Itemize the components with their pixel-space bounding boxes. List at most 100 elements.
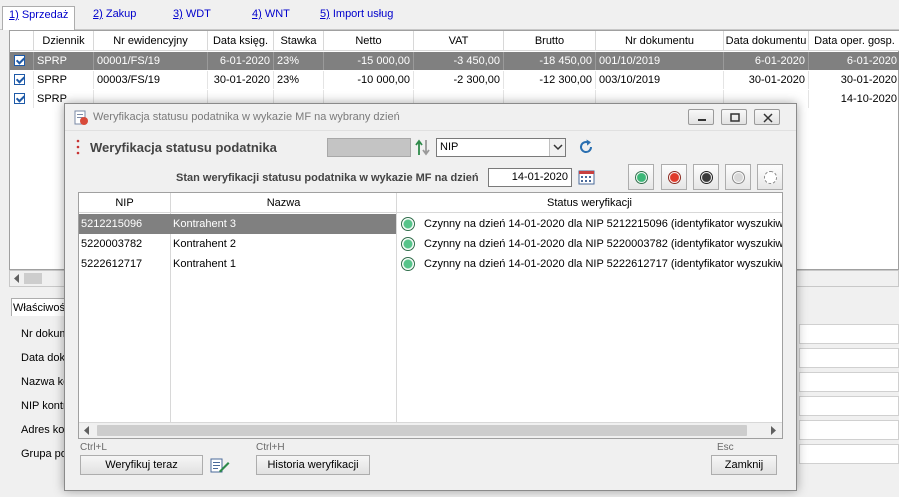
scroll-right-icon[interactable] [769,426,777,435]
cell-vat: -3 450,00 [414,52,504,70]
tab-wlasciwosci[interactable]: Właściwości [11,298,71,316]
search-by-value: NIP [440,141,459,153]
grid-header-stawka[interactable]: Stawka [274,31,324,51]
maximize-icon [730,113,740,122]
app-icon [74,110,88,125]
tab-wdt[interactable]: 3) WDT [173,8,211,26]
cell-data-oper-gosp: 14-10-2020 [840,93,897,105]
status-cell[interactable]: Czynny na dzień 14-01-2020 dla NIP 52122… [397,214,782,234]
refresh-icon[interactable] [577,138,595,156]
shortcut-verify: Ctrl+L [80,442,107,453]
col-header-status[interactable]: Status weryfikacji [397,193,782,213]
field-nazwa-kontrahenta[interactable] [799,372,899,392]
scroll-left-icon[interactable] [13,274,21,283]
tab-import-uslug[interactable]: 5) Import usług [320,8,393,26]
filter-inactive-button[interactable] [661,164,687,190]
cell-data-ksieg: 30-01-2020 [208,71,274,89]
row-checkbox[interactable] [14,93,25,104]
filter-active-button[interactable] [628,164,654,190]
col-header-nip[interactable]: NIP [79,193,171,213]
red-status-icon [668,171,681,184]
close-button[interactable]: Zamknij [711,455,777,475]
tab-sprzedaz[interactable]: 1) Sprzedaż [2,6,76,30]
tab-zakup[interactable]: 2) Zakup [93,8,136,26]
grid-header-check [10,31,34,51]
cell-stawka: 23% [274,71,324,89]
field-nip-kontrahenta[interactable] [799,396,899,416]
grid-header-data-oper-gosp[interactable]: Data oper. gosp. [809,31,899,51]
cell-nip: 5222612717 [81,258,143,270]
filter-all-button[interactable] [757,164,783,190]
verification-history-button[interactable]: Historia weryfikacji [256,455,370,475]
cell-netto: -10 000,00 [324,71,414,89]
cell-nr-dokumentu: 001/10/2019 [596,52,724,70]
black-status-icon [700,171,713,184]
table-row[interactable]: 5222612717 Kontrahent 1 [79,254,396,274]
sort-arrows-icon[interactable] [414,138,432,157]
status-active-icon [401,257,415,271]
field-data-dokumentu[interactable] [799,348,899,368]
table-row[interactable]: SPRP 00003/FS/19 30-01-2020 23% -10 000,… [10,71,899,89]
grid-header-nr-ewidencyjny[interactable]: Nr ewidencyjny [94,31,208,51]
status-cell[interactable]: Czynny na dzień 14-01-2020 dla NIP 52226… [397,254,782,274]
maximize-button[interactable] [721,109,747,125]
table-row[interactable]: SPRP 00001/FS/19 6-01-2020 23% -15 000,0… [10,52,899,70]
field-grupa-podatku[interactable] [799,444,899,464]
verification-grid-scrollbar[interactable] [79,422,782,438]
status-active-icon [401,237,415,251]
edit-list-icon[interactable] [210,456,230,474]
table-row[interactable]: 5220003782 Kontrahent 2 [79,234,396,254]
minimize-icon [698,119,706,121]
gray-status-icon [732,171,745,184]
table-row[interactable]: 5212215096 Kontrahent 3 [79,214,396,234]
shortcut-history: Ctrl+H [256,442,285,453]
dialog-titlebar[interactable]: Weryfikacja statusu podatnika w wykazie … [65,104,796,131]
cell-vat: -2 300,00 [414,71,504,89]
drag-handle-icon [76,139,80,155]
close-window-button[interactable] [754,109,780,125]
tab-wnt[interactable]: 4) WNT [252,8,290,26]
grid-header-nr-dokumentu[interactable]: Nr dokumentu [596,31,724,51]
col-header-nazwa[interactable]: Nazwa [171,193,397,213]
search-by-select[interactable]: NIP [436,138,566,157]
filter-unverified-button[interactable] [725,164,751,190]
minimize-button[interactable] [688,109,714,125]
cell-nr-dokumentu: 003/10/2019 [596,71,724,89]
grid-header-brutto[interactable]: Brutto [504,31,596,51]
empty-status-icon [764,171,777,184]
scroll-thumb[interactable] [97,425,747,436]
grid-header-dziennik[interactable]: Dziennik [34,31,94,51]
status-text: Czynny na dzień 14-01-2020 dla NIP 52122… [424,218,782,230]
date-label: Stan weryfikacji statusu podatnika w wyk… [176,172,479,184]
verification-date-input[interactable]: 14-01-2020 [488,168,572,187]
calendar-icon[interactable] [578,168,596,186]
verification-dialog: Weryfikacja statusu podatnika w wykazie … [64,103,797,491]
dialog-title: Weryfikacja statusu podatnika w wykazie … [93,111,400,123]
field-nr-dokumentu[interactable] [799,324,899,344]
cell-nr-ewidencyjny: 00001/FS/19 [94,52,208,70]
green-status-icon [635,171,648,184]
grid-header-netto[interactable]: Netto [324,31,414,51]
cell-data-ksieg: 6-01-2020 [208,52,274,70]
status-cell[interactable]: Czynny na dzień 14-01-2020 dla NIP 52200… [397,234,782,254]
cell-data-dokumentu: 30-01-2020 [724,71,809,89]
cell-brutto: -12 300,00 [504,71,596,89]
scroll-left-icon[interactable] [83,426,91,435]
verification-grid[interactable]: NIP Nazwa Status weryfikacji 5212215096 … [78,192,783,439]
verify-now-button[interactable]: Weryfikuj teraz [80,455,203,475]
grid-header-data-dokumentu[interactable]: Data dokumentu [724,31,809,51]
filter-not-registered-button[interactable] [693,164,719,190]
field-adres-kontrahenta[interactable] [799,420,899,440]
search-value-input[interactable] [327,138,411,157]
grid-header-vat[interactable]: VAT [414,31,504,51]
cell-stawka: 23% [274,52,324,70]
row-checkbox[interactable] [14,74,25,85]
cell-dziennik: SPRP [34,71,94,89]
status-text: Czynny na dzień 14-01-2020 dla NIP 52200… [424,238,782,250]
grid-header-data-ksieg[interactable]: Data księg. [208,31,274,51]
row-checkbox[interactable] [14,55,25,66]
cell-data-dokumentu: 6-01-2020 [724,52,809,70]
close-icon [763,113,773,123]
scroll-thumb[interactable] [24,273,42,284]
chevron-down-icon [553,144,563,151]
